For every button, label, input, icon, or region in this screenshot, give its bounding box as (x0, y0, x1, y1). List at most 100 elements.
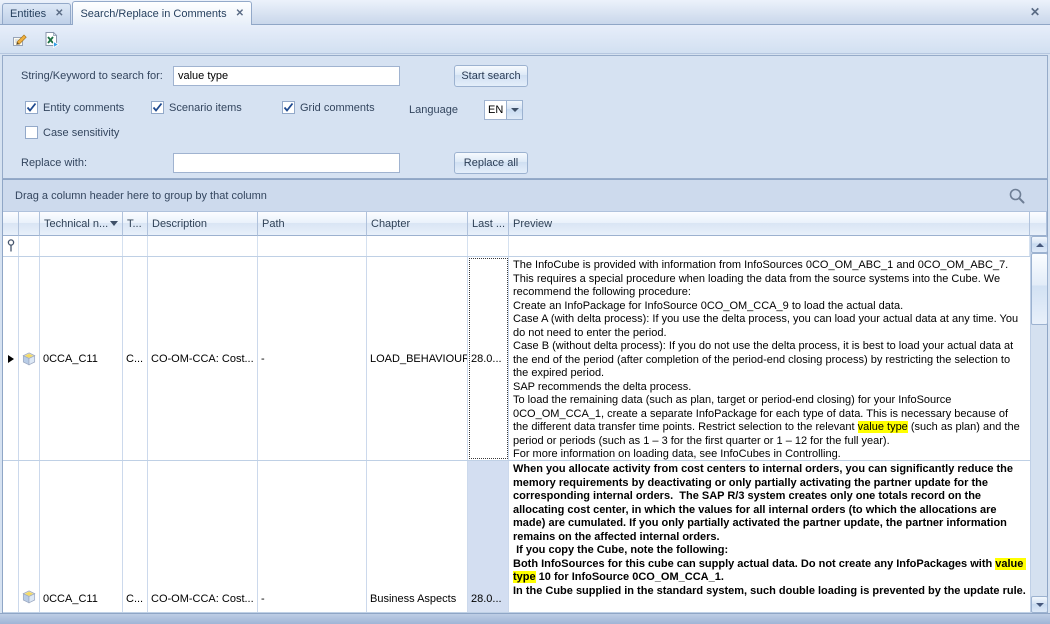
table-row[interactable]: 0CCA_C11 C...CO-OM-CCA: Cost...- LOAD_BEHA… (3, 257, 1047, 461)
tab-entities-close-icon[interactable]: ✕ (55, 9, 63, 19)
check-icon (151, 101, 164, 114)
cell-text: - (261, 353, 265, 365)
cell-technical[interactable]: 0CCA_C11 (40, 257, 123, 460)
start-search-button[interactable]: Start search (454, 65, 528, 87)
cell-technical[interactable]: 0CCA_C11 (40, 461, 123, 612)
cell-text: Business Aspects (370, 593, 456, 605)
grid-comments-label: Grid comments (300, 102, 375, 114)
cell-chapter[interactable]: LOAD_BEHAVIOUR (367, 257, 468, 460)
filter-cell-last[interactable] (468, 236, 509, 256)
replace-with-label: Replace with: (21, 157, 87, 169)
tabstrip-close-icon[interactable]: ✕ (1030, 5, 1040, 19)
cell-text: CO-OM-CCA: Cost... (151, 353, 254, 365)
search-icon[interactable] (1008, 187, 1026, 205)
column-header-technical[interactable]: Technical n... (40, 212, 123, 236)
vertical-scrollbar[interactable] (1030, 236, 1047, 613)
tab-bar: Entities ✕ Search/Replace in Comments ✕ … (0, 0, 1050, 25)
checkbox-entity-comments[interactable] (25, 101, 38, 114)
cell-preview[interactable]: When you allocate activity from cost cen… (509, 461, 1030, 612)
column-header-last[interactable]: Last ... (468, 212, 509, 236)
cell-path[interactable]: - (258, 257, 367, 460)
cell-path[interactable]: - (258, 461, 367, 612)
checkbox-scenario-items[interactable] (151, 101, 164, 114)
column-header-indicator[interactable] (3, 212, 19, 236)
tab-search-replace[interactable]: Search/Replace in Comments ✕ (72, 1, 252, 25)
checkbox-grid-comments[interactable] (282, 101, 295, 114)
chevron-up-icon (1036, 243, 1044, 247)
language-dropdown[interactable]: EN (484, 100, 523, 120)
preview-text: : (630, 612, 634, 613)
search-hit-highlight: value type (858, 421, 908, 433)
cell-icon[interactable] (19, 257, 40, 460)
search-input[interactable] (173, 66, 400, 86)
cell-last[interactable]: 28.0... (468, 257, 509, 460)
column-header-label: Technical n... (44, 218, 108, 230)
cell-description[interactable]: CO-OM-CCA: Cost... (148, 461, 258, 612)
column-header-label: Description (152, 218, 207, 230)
edit-comment-button[interactable] (8, 27, 32, 51)
infocube-icon (22, 589, 36, 605)
column-header-description[interactable]: Description (148, 212, 258, 236)
preview-text: When you allocate activity from cost cen… (513, 463, 1016, 570)
cell-description[interactable]: CO-OM-CCA: Cost... (148, 257, 258, 460)
window-bottom-edge (0, 613, 1050, 624)
search-form-panel: String/Keyword to search for: Start sear… (2, 55, 1048, 179)
cell-text: 28.0... (471, 353, 502, 365)
scroll-up-button[interactable] (1031, 236, 1048, 253)
tab-entities-label: Entities (10, 8, 46, 20)
table-row[interactable]: 0CCA_C11 C... CO-OM-CCA: Cost...-Business … (3, 461, 1047, 613)
app-window: Entities ✕ Search/Replace in Comments ✕ … (0, 0, 1050, 624)
group-by-panel[interactable]: Drag a column header here to group by th… (3, 180, 1047, 212)
column-header-icon[interactable] (19, 212, 40, 236)
cell-text: C... (126, 593, 143, 605)
column-header-path[interactable]: Path (258, 212, 367, 236)
cell-text: CO-OM-CCA: Cost... (151, 593, 254, 605)
replace-input[interactable] (173, 153, 400, 173)
cell-type[interactable]: C... (123, 257, 148, 460)
checkbox-case-sensitivity[interactable] (25, 126, 38, 139)
filter-cell-path[interactable] (258, 236, 367, 256)
replace-all-button[interactable]: Replace all (454, 152, 528, 174)
export-excel-button[interactable] (39, 27, 63, 51)
excel-export-icon (43, 31, 60, 48)
filter-cell-description[interactable] (148, 236, 258, 256)
group-by-hint-text: Drag a column header here to group by th… (15, 190, 267, 202)
filter-cell-preview[interactable] (509, 236, 1030, 256)
language-label: Language (409, 104, 458, 116)
filter-cell-type[interactable] (123, 236, 148, 256)
tab-entities[interactable]: Entities ✕ (2, 3, 71, 24)
cell-icon[interactable] (19, 461, 40, 612)
case-sensitivity-label: Case sensitivity (43, 127, 119, 139)
column-header-type[interactable]: T... (123, 212, 148, 236)
grid-header-row: Technical n... T... Description Path Chapter… (3, 212, 1047, 236)
scrollbar-thumb[interactable] (1031, 253, 1048, 325)
language-value: EN (484, 100, 506, 120)
cell-indicator[interactable] (3, 257, 19, 460)
chevron-down-icon (1036, 603, 1044, 607)
cell-text: 0CCA_C11 (43, 353, 98, 365)
tab-search-replace-close-icon[interactable]: ✕ (236, 9, 244, 19)
scrollbar-header-cap (1030, 212, 1047, 236)
entity-comments-label: Entity comments (43, 102, 124, 114)
cell-preview[interactable]: The InfoCube is provided with informatio… (509, 257, 1030, 460)
cell-type[interactable]: C... (123, 461, 148, 612)
language-dropdown-button[interactable] (506, 100, 523, 120)
check-icon (25, 101, 38, 114)
search-hit-highlight: value types (570, 612, 630, 613)
filter-cell-icon[interactable] (19, 236, 40, 256)
column-header-label: Chapter (371, 218, 410, 230)
cell-last[interactable]: 28.0... (468, 461, 509, 612)
cell-text: 0CCA_C11 (43, 593, 98, 605)
cell-indicator[interactable] (3, 461, 19, 612)
grid-rows: 0CCA_C11C...CO-OM-CCA: Cost...-LOAD_BEHA… (3, 257, 1047, 613)
filter-cell-chapter[interactable] (367, 236, 468, 256)
filter-cell-indicator[interactable] (3, 236, 19, 256)
filter-row-pin-icon (6, 238, 16, 254)
sort-descending-icon (110, 221, 118, 226)
filter-cell-technical[interactable] (40, 236, 123, 256)
scroll-down-button[interactable] (1031, 596, 1048, 613)
column-header-label: T... (127, 218, 142, 230)
cell-chapter[interactable]: Business Aspects (367, 461, 468, 612)
column-header-chapter[interactable]: Chapter (367, 212, 468, 236)
column-header-preview[interactable]: Preview (509, 212, 1030, 236)
